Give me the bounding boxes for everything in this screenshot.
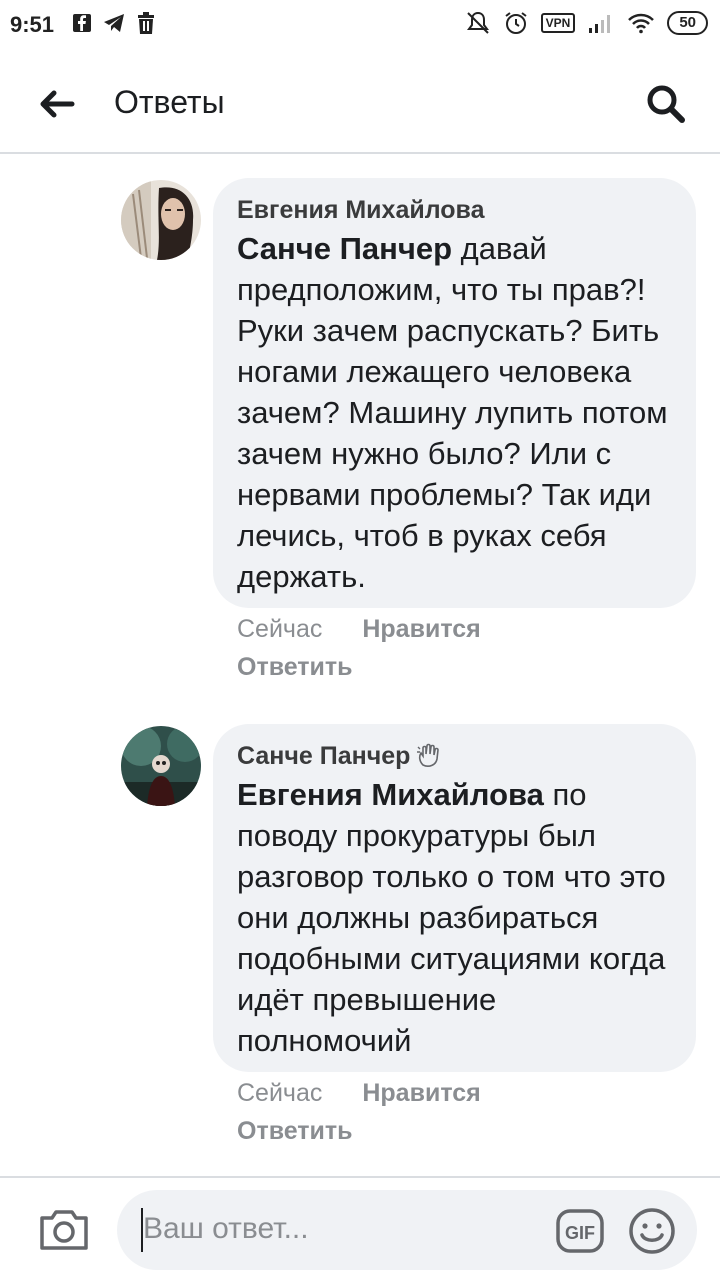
like-button[interactable]: Нравится: [362, 1074, 480, 1112]
comment-timestamp: Сейчас: [237, 615, 323, 643]
trash-icon: [138, 12, 154, 34]
status-time: 9:51: [10, 12, 55, 37]
comment-author[interactable]: Евгения Михайлова: [237, 194, 672, 226]
user-photo: [121, 726, 201, 806]
comment-bubble: Евгения Михайлова Санче Панчер давай пре…: [213, 178, 696, 608]
silent-alarm-icon: [466, 11, 489, 34]
comment-actions: Сейчас Нравится Ответить: [237, 1074, 481, 1150]
search-icon: [647, 85, 685, 123]
gif-label: GIF: [565, 1223, 595, 1243]
app-header: Ответы: [0, 52, 720, 154]
notification-icons: [72, 12, 156, 34]
signal-icon: [589, 15, 611, 33]
system-icons: VPN 50: [465, 10, 708, 36]
comment-body: давай предположим, что ты прав?! Руки за…: [237, 231, 668, 594]
arrow-left-icon: [40, 90, 75, 118]
reply-composer: Ваш ответ... GIF: [0, 1176, 720, 1280]
battery-indicator: 50: [667, 11, 708, 35]
camera-icon: [40, 1210, 88, 1250]
gif-icon: GIF: [556, 1209, 604, 1253]
smiley-icon: [629, 1208, 675, 1254]
comment-bubble: Санче Панчер Евгения Михайлова по поводу…: [213, 724, 696, 1072]
alarm-icon: [505, 12, 527, 34]
comment-actions: Сейчас Нравится Ответить: [237, 610, 481, 686]
back-button[interactable]: [34, 84, 78, 124]
user-photo: [121, 180, 201, 260]
vpn-badge: VPN: [540, 13, 576, 33]
reply-input[interactable]: Ваш ответ... GIF: [117, 1190, 697, 1270]
reply-placeholder: Ваш ответ...: [143, 1212, 309, 1245]
avatar[interactable]: [121, 180, 201, 260]
comment-timestamp: Сейчас: [237, 1079, 323, 1107]
reply-button[interactable]: Ответить: [237, 1112, 353, 1150]
facebook-icon: [73, 14, 91, 32]
mention-link[interactable]: Санче Панчер: [237, 231, 452, 266]
comment-text: Евгения Михайлова по поводу прокуратуры …: [237, 774, 672, 1061]
camera-button[interactable]: [38, 1204, 90, 1254]
like-button[interactable]: Нравится: [362, 610, 480, 648]
author-name[interactable]: Евгения Михайлова: [237, 194, 485, 226]
search-button[interactable]: [644, 82, 688, 126]
comment-author[interactable]: Санче Панчер: [237, 740, 672, 772]
author-name[interactable]: Санче Панчер: [237, 740, 410, 772]
comment-body: по поводу прокуратуры был разговор тольк…: [237, 777, 666, 1058]
status-bar: 9:51 VPN 50: [0, 0, 720, 52]
emoji-button[interactable]: [627, 1206, 677, 1256]
reply-button[interactable]: Ответить: [237, 648, 353, 686]
waving-hand-icon: [417, 743, 440, 767]
avatar[interactable]: [121, 726, 201, 806]
wifi-icon: [628, 13, 655, 34]
page-title: Ответы: [114, 84, 225, 120]
telegram-icon: [104, 14, 124, 32]
gif-button[interactable]: GIF: [555, 1208, 605, 1254]
mention-link[interactable]: Евгения Михайлова: [237, 777, 544, 812]
comment-text: Санче Панчер давай предположим, что ты п…: [237, 228, 672, 597]
